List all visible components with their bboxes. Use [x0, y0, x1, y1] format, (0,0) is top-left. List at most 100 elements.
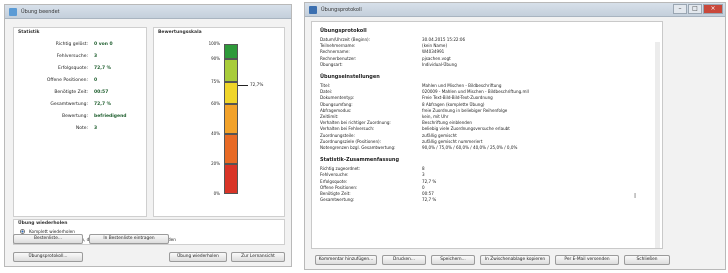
app-icon	[309, 6, 317, 14]
log-key: Titel:	[320, 83, 331, 88]
result-titlebar: Übung beendet	[5, 5, 291, 19]
scale-band	[224, 59, 238, 82]
log-button[interactable]: Drucken...	[382, 255, 426, 265]
stat-row: Richtig gelöst: 0 von 0	[14, 42, 138, 52]
scale-tick-label: 60%	[211, 101, 220, 106]
log-key: Zuordnungsteile:	[320, 132, 355, 138]
log-value: Individual-Übung	[422, 61, 457, 67]
log-value: 72,7 %	[422, 178, 437, 184]
log-key: Verhalten bei Fehlversuch:	[320, 126, 375, 132]
scale-band	[224, 104, 238, 134]
maximize-icon[interactable]: □	[688, 4, 702, 14]
log-row: Teilnehmername: (kein Name)	[320, 43, 447, 48]
log-key: Datei:	[320, 89, 333, 95]
exercise-log-button[interactable]: Übungsprotokoll...	[13, 252, 83, 262]
to-learning-view-button[interactable]: Zur Lernansicht	[231, 252, 285, 262]
log-value: 72,7 %	[422, 197, 437, 203]
stat-row: Fehlversuche: 3	[14, 54, 138, 64]
stat-label: Bewertung:	[62, 114, 88, 119]
log-key: Teilnehmername:	[320, 43, 356, 49]
stat-row: Offene Positionen: 0	[14, 78, 138, 88]
log-button[interactable]: In Zwischenablage kopieren	[480, 255, 550, 265]
log-document: Übungsprotokoll Datum/Uhrzeit (Beginn): 30…	[311, 21, 663, 249]
log-button[interactable]: Schließen	[624, 255, 670, 265]
log-key: Gesamtwertung:	[320, 197, 355, 203]
section-heading: Übungseinstellungen	[320, 74, 380, 80]
grading-scale-panel: Bewertungsskala 100% 90% 75% 60% 40% 20% 0% 72,…	[153, 27, 285, 217]
log-key: Übungsumfang:	[320, 101, 353, 107]
stat-label: Benötigte Zeit:	[54, 90, 88, 95]
scale-tick-label: 40%	[211, 131, 220, 136]
section-heading: Statistik-Zusammenfassung	[320, 157, 400, 164]
add-to-leaderboard-button[interactable]: In Bestenliste eintragen	[89, 234, 169, 244]
log-key: Richtig zugeordnet:	[320, 166, 361, 172]
log-value: beliebig viele Zuordnungsversuche erlaub…	[422, 126, 510, 132]
stat-label: Gesamtwertung:	[50, 102, 88, 107]
log-row: Datum/Uhrzeit (Beginn): 30.04.2015 15:22:…	[320, 37, 465, 42]
log-button[interactable]: Per E-Mail versenden	[555, 255, 619, 265]
close-icon[interactable]: ×	[703, 4, 723, 14]
log-row: Dokumententyp: Freie Text-Bild-Bild-Text-…	[320, 95, 493, 100]
log-row: Übungsumfang: 8 Abfragen (komplette Übung…	[320, 102, 485, 107]
log-key: Abfragemodus:	[320, 107, 352, 113]
stat-value: 3	[94, 126, 98, 131]
log-value: 020009 - Mahlen und Mischen - Bildbeschr…	[422, 89, 529, 95]
log-row: Fehlversuche: 3	[320, 172, 425, 177]
stat-value: 0	[94, 78, 98, 83]
text-cursor-icon: I	[634, 192, 637, 200]
log-row: Datei: 020009 - Mahlen und Mischen - Bild…	[320, 89, 529, 94]
log-row: Übungsart: Individual-Übung	[320, 62, 457, 67]
app-icon	[9, 8, 17, 16]
log-value: zufällig gemischt	[422, 132, 457, 138]
scale-tick-label: 75%	[211, 78, 220, 84]
stat-value: 3	[94, 54, 98, 59]
log-value: W4034991	[422, 49, 445, 55]
stat-value: 00:57	[94, 90, 109, 95]
scale-marker-label: 72,7%	[250, 81, 264, 87]
scale-tick-label: 0%	[213, 191, 220, 196]
log-scrollbar[interactable]	[655, 42, 660, 248]
log-key: Übungsart:	[320, 61, 343, 67]
minimize-icon[interactable]: –	[673, 4, 687, 14]
log-row: Abfragemodus: freie Zuordnung in beliebig…	[320, 108, 507, 113]
log-row: Titel: Mahlen und Mischen - Bildbeschrift…	[320, 83, 501, 88]
log-button[interactable]: Speichern...	[431, 255, 475, 265]
log-button[interactable]: Kommentar hinzufügen...	[315, 255, 377, 265]
log-row: Offene Positionen: 0	[320, 185, 425, 190]
log-value: pjsachen.vogt	[422, 55, 451, 61]
leaderboard-button[interactable]: Bestenliste...	[13, 234, 83, 244]
log-key: Zuordnungsziele (Positionen):	[320, 138, 382, 144]
result-window: Übung beendet Statistik Richtig gelöst: 0…	[4, 4, 292, 267]
stat-value: befriedigend	[94, 114, 127, 119]
stat-value: 72,7 %	[94, 66, 112, 71]
repeat-exercise-button[interactable]: Übung wiederholen	[169, 252, 227, 262]
scale-band	[224, 44, 238, 59]
log-key: Rechnername:	[320, 49, 350, 55]
log-row: Verhalten bei richtiger Zuordnung: Beschr…	[320, 120, 472, 125]
log-key: Rechnerbenutzer:	[320, 55, 357, 61]
log-key: Benötigte Zeit:	[320, 191, 351, 196]
scale-band	[224, 164, 238, 194]
stat-label: Offene Positionen:	[46, 78, 88, 83]
scale-tick-label: 20%	[211, 161, 220, 166]
log-row: Verhalten bei Fehlversuch: beliebig viele…	[320, 126, 510, 131]
stat-row: Gesamtwertung: 72,7 %	[14, 102, 138, 112]
log-key: Notengrenzen bzgl. Gesamtwertung:	[320, 145, 396, 150]
stat-row: Bewertung: befriedigend	[14, 114, 138, 124]
scale-tick-label: 100%	[208, 41, 220, 46]
log-value: 8 Abfragen (komplette Übung)	[422, 101, 485, 107]
log-key: Datum/Uhrzeit (Beginn):	[320, 37, 371, 42]
scale-band	[224, 81, 238, 104]
stat-row: Benötigte Zeit: 00:57	[14, 90, 138, 100]
stat-row: Note: 3	[14, 126, 138, 136]
log-row: Rechnername: W4034991	[320, 49, 444, 54]
stat-label: Richtig gelöst:	[55, 42, 88, 47]
log-key: Dokumententyp:	[320, 95, 355, 101]
log-row: Zuordnungsteile: zufällig gemischt	[320, 133, 457, 138]
window-controls: – □ ×	[673, 4, 723, 14]
log-row: Gesamtwertung: 72,7 %	[320, 197, 436, 202]
log-value: kein, mit Uhr	[422, 114, 449, 119]
grading-scale-heading: Bewertungsskala	[158, 30, 202, 35]
log-value: 0	[422, 184, 425, 190]
log-row: Notengrenzen bzgl. Gesamtwertung: 90,0% /…	[320, 145, 517, 150]
